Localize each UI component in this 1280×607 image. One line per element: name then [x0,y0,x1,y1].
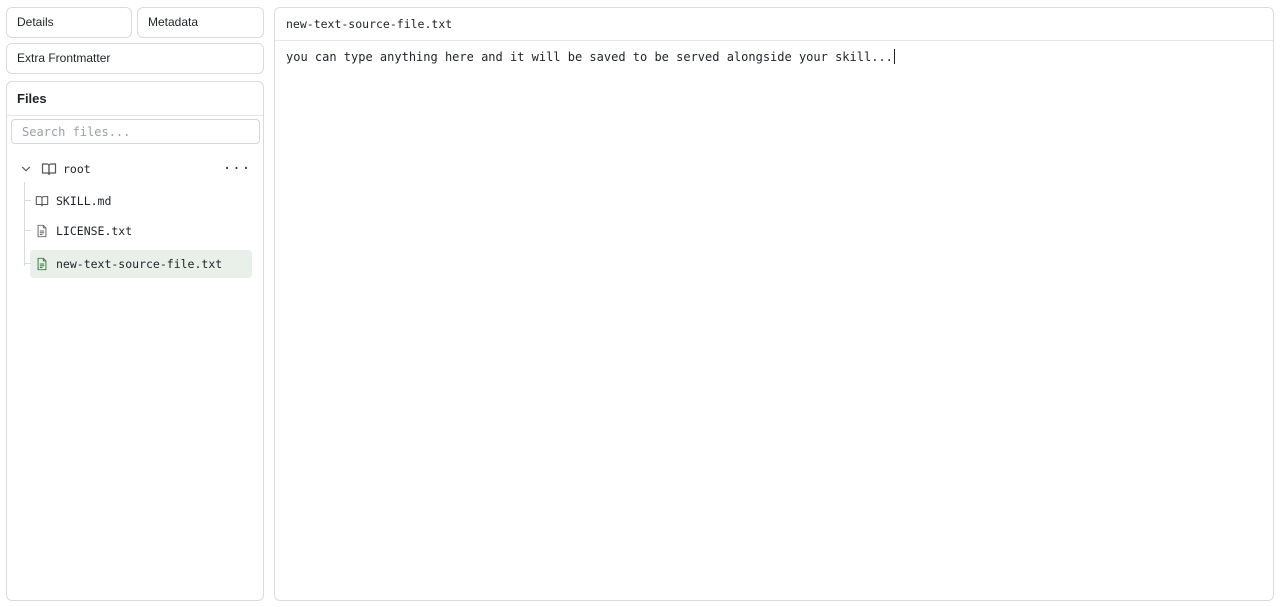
editor-filename: new-text-source-file.txt [275,8,1273,41]
file-editor: new-text-source-file.txt you can type an… [274,7,1274,601]
file-item-label: new-text-source-file.txt [56,257,223,271]
metadata-tab-button[interactable]: Metadata [137,7,264,38]
file-item-new-text-source-file[interactable]: new-text-source-file.txt [24,250,252,278]
tree-root-folder[interactable]: root ··· [17,158,250,180]
files-panel: Files root ··· SKILL.md LICENSE.txt new-… [6,81,264,601]
tree-guide-line [24,182,25,266]
file-item-label: SKILL.md [56,194,112,208]
file-text-icon [37,257,47,271]
book-icon [41,163,57,176]
tree-root-label: root [63,162,91,176]
editor-text-area[interactable]: you can type anything here and it will b… [286,49,1262,65]
file-item-skill-md[interactable]: SKILL.md [24,187,252,215]
files-panel-title: Files [7,82,263,116]
details-tab-label: Details [17,15,54,29]
text-caret [893,49,895,64]
extra-frontmatter-button[interactable]: Extra Frontmatter [6,43,264,74]
extra-frontmatter-label: Extra Frontmatter [17,51,111,65]
more-options-icon[interactable]: ··· [223,161,250,177]
book-icon [35,196,49,207]
metadata-tab-label: Metadata [148,15,199,29]
search-files-input[interactable] [11,119,260,144]
file-item-label: LICENSE.txt [56,224,133,238]
chevron-down-icon[interactable] [19,162,33,176]
file-item-license-txt[interactable]: LICENSE.txt [24,217,252,245]
file-text-icon [37,224,47,238]
editor-content: you can type anything here and it will b… [286,50,893,64]
details-tab-button[interactable]: Details [6,7,132,38]
